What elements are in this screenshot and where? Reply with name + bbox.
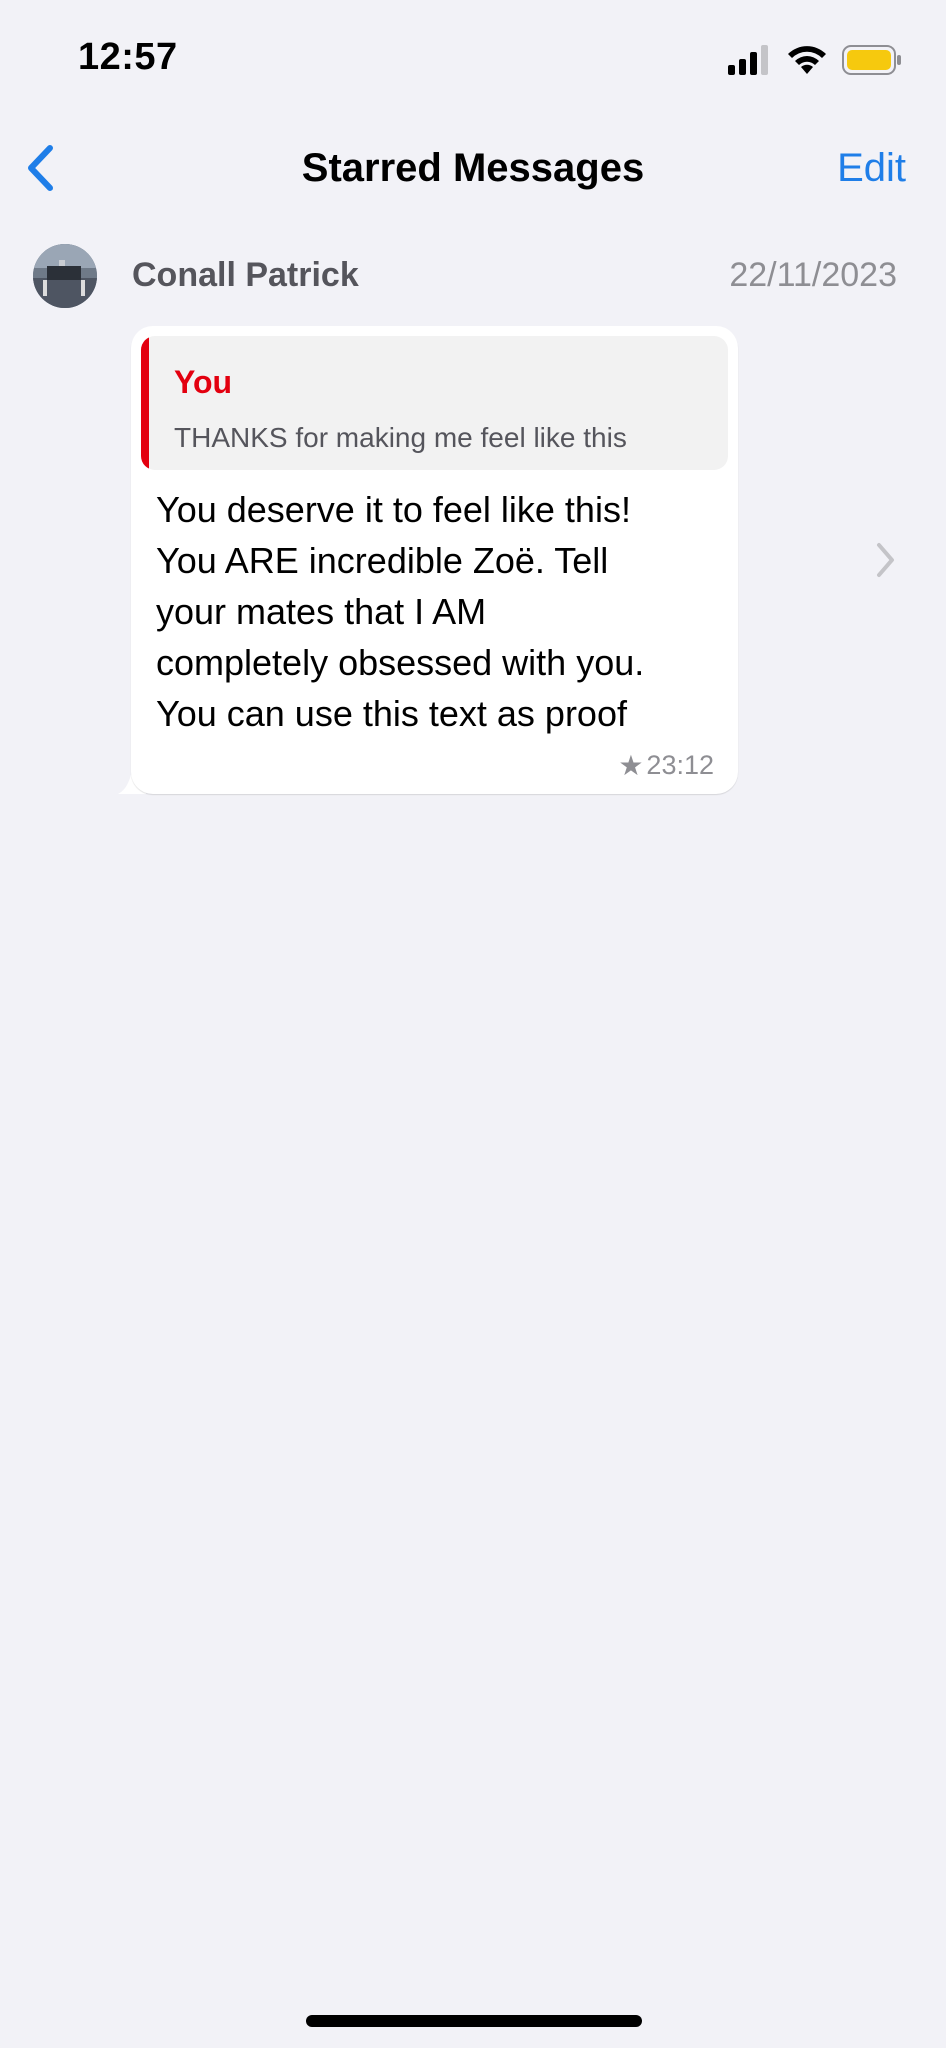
star-icon: ★ (618, 749, 644, 781)
message-line: completely obsessed with you. (156, 642, 645, 683)
message-line: your mates that I AM (156, 591, 487, 632)
status-bar: 12:57 (0, 0, 946, 120)
edit-button[interactable]: Edit (837, 146, 906, 191)
message-meta: ★ 23:12 (618, 750, 714, 781)
wifi-icon (786, 44, 828, 81)
quote-author: You (174, 364, 233, 400)
message-date: 22/11/2023 (729, 256, 897, 294)
quoted-reply[interactable]: You THANKS for making me feel like this (141, 336, 728, 470)
sender-name: Conall Patrick (132, 256, 359, 294)
quote-text: THANKS for making me feel like this (174, 422, 627, 453)
avatar[interactable] (33, 244, 97, 308)
home-indicator[interactable] (306, 2015, 642, 2027)
message-line: You deserve it to feel like this! (156, 489, 631, 530)
chevron-right-icon[interactable] (874, 540, 898, 580)
message-bubble[interactable]: You THANKS for making me feel like this … (131, 326, 738, 794)
status-icons (728, 44, 902, 81)
sender-row: Conall Patrick 22/11/2023 (0, 240, 946, 312)
status-time: 12:57 (78, 36, 178, 78)
quote-accent-bar (141, 336, 149, 470)
page-title: Starred Messages (301, 146, 645, 190)
message-line: You ARE incredible Zoë. Tell (156, 540, 609, 581)
message-time: 23:12 (646, 750, 714, 780)
battery-icon (842, 45, 902, 80)
message-text: You deserve it to feel like this! You AR… (156, 484, 726, 739)
cellular-signal-icon (728, 45, 772, 80)
navigation-bar: Starred Messages Edit (0, 130, 946, 210)
message-line: You can use this text as proof (156, 693, 627, 734)
